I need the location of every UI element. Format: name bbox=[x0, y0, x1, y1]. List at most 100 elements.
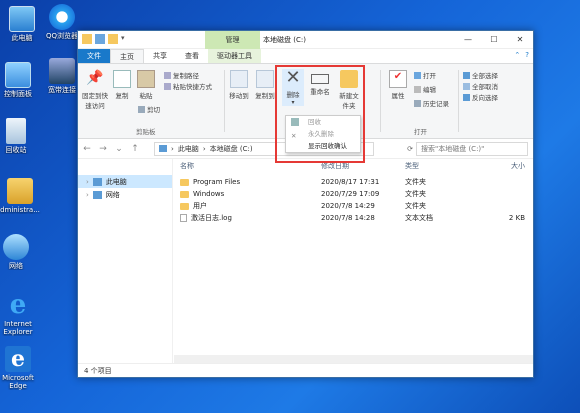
paste-shortcut-button[interactable]: 粘贴快捷方式 bbox=[164, 81, 212, 91]
select-all-button[interactable]: 全部选择 bbox=[463, 70, 498, 80]
refresh-icon[interactable]: ⟳ bbox=[407, 145, 413, 153]
desktop-icon-ie[interactable]: e Internet Explorer bbox=[0, 292, 40, 336]
desktop-icon-label: 此电脑 bbox=[11, 34, 33, 42]
breadcrumb-this-pc[interactable]: 此电脑 bbox=[178, 144, 199, 154]
file-row[interactable]: 用户 2020/7/8 14:29 文件夹 bbox=[173, 200, 533, 212]
folder-icon bbox=[180, 178, 189, 186]
pin-icon: 📌 bbox=[86, 70, 104, 86]
edit-button[interactable]: 编辑 bbox=[414, 84, 436, 94]
desktop-icon-control-panel[interactable]: 控制面板 bbox=[0, 62, 40, 98]
open-button[interactable]: 打开 bbox=[414, 70, 436, 80]
column-size[interactable]: 大小 bbox=[475, 161, 525, 171]
desktop-icon-edge[interactable]: e Microsoft Edge bbox=[0, 346, 40, 390]
copy-path-button[interactable]: 复制路径 bbox=[164, 70, 199, 80]
tab-home[interactable]: 主页 bbox=[110, 49, 144, 63]
chevron-down-icon[interactable]: ▾ bbox=[121, 34, 127, 44]
move-to-button[interactable]: 移动到 bbox=[228, 70, 250, 100]
copy-to-label: 复制到 bbox=[255, 92, 275, 100]
desktop-icon-this-pc[interactable]: 此电脑 bbox=[0, 6, 44, 42]
new-folder-button[interactable]: 新建文件夹 bbox=[337, 70, 361, 110]
chevron-right-icon: › bbox=[86, 190, 89, 199]
delete-x-icon: ✕ bbox=[285, 67, 301, 88]
file-row[interactable]: 激活日志.log 2020/7/8 14:28 文本文档 2 KB bbox=[173, 212, 533, 224]
paste-icon bbox=[137, 70, 155, 88]
context-tab-manage[interactable]: 管理 bbox=[205, 31, 260, 49]
copy-path-label: 复制路径 bbox=[173, 72, 199, 80]
chevron-up-icon[interactable]: ⌃ bbox=[514, 51, 520, 59]
tab-share[interactable]: 共享 bbox=[144, 49, 176, 63]
scissors-icon bbox=[138, 105, 145, 113]
forward-arrow-icon[interactable]: → bbox=[98, 144, 108, 154]
column-type[interactable]: 类型 bbox=[405, 161, 475, 171]
group-label-clipboard: 剪贴板 bbox=[136, 128, 156, 136]
paste-button[interactable]: 粘贴 bbox=[136, 70, 156, 100]
desktop-icon-recycle-bin[interactable]: 回收站 bbox=[0, 118, 38, 154]
ribbon-separator bbox=[224, 70, 225, 132]
network-connection-icon bbox=[49, 58, 75, 84]
tab-drive-tools[interactable]: 驱动器工具 bbox=[208, 49, 261, 63]
pin-label: 固定到快速访问 bbox=[82, 92, 108, 110]
save-icon[interactable] bbox=[95, 34, 105, 44]
rename-icon bbox=[311, 74, 329, 84]
copy-icon bbox=[113, 70, 131, 88]
horizontal-scrollbar[interactable] bbox=[174, 355, 533, 363]
cut-label: 剪切 bbox=[147, 106, 160, 114]
delete-button[interactable]: ✕ 删除 ▾ bbox=[282, 69, 304, 106]
column-date[interactable]: 修改日期 bbox=[321, 161, 405, 171]
desktop-icon-network[interactable]: 网络 bbox=[0, 234, 38, 270]
new-folder-icon bbox=[340, 70, 358, 88]
recycle-bin-icon bbox=[6, 118, 26, 144]
group-label-open: 打开 bbox=[414, 128, 427, 136]
title-bar: ▾ 管理 本地磁盘 (C:) — ☐ ✕ bbox=[78, 31, 533, 49]
network-icon bbox=[92, 190, 102, 199]
select-all-icon bbox=[463, 71, 470, 79]
minimize-button[interactable]: — bbox=[455, 31, 481, 49]
copy-to-button[interactable]: 复制到 bbox=[254, 70, 276, 100]
ribbon-separator bbox=[380, 70, 381, 132]
help-icon[interactable]: ? bbox=[525, 51, 529, 59]
folder-icon bbox=[180, 190, 189, 198]
menu-item-show-recycle-confirm[interactable]: 显示回收确认 bbox=[286, 140, 360, 152]
chevron-down-icon[interactable]: ⌄ bbox=[114, 144, 124, 154]
select-none-button[interactable]: 全部取消 bbox=[463, 81, 498, 91]
up-arrow-icon[interactable]: ↑ bbox=[130, 144, 140, 154]
invert-selection-label: 反向选择 bbox=[472, 94, 498, 102]
search-input[interactable]: 搜索"本地磁盘 (C:)" bbox=[416, 141, 528, 156]
back-arrow-icon[interactable]: ← bbox=[82, 144, 92, 154]
text-file-icon bbox=[180, 214, 187, 222]
column-name[interactable]: 名称 bbox=[173, 161, 321, 171]
file-row[interactable]: Program Files 2020/8/17 17:31 文件夹 bbox=[173, 176, 533, 188]
rename-button[interactable]: 重命名 bbox=[308, 70, 332, 96]
nav-item-network[interactable]: › 网络 bbox=[78, 188, 172, 201]
folder-icon[interactable] bbox=[108, 34, 118, 44]
desktop-icon-administrator[interactable]: dministra... bbox=[0, 178, 42, 214]
tab-view[interactable]: 查看 bbox=[176, 49, 208, 63]
paste-shortcut-icon bbox=[164, 82, 171, 90]
maximize-button[interactable]: ☐ bbox=[481, 31, 507, 49]
cut-button[interactable]: 剪切 bbox=[138, 104, 160, 114]
open-icon bbox=[414, 71, 421, 79]
ribbon-tabs: 文件 主页 共享 查看 驱动器工具 ⌃ ? bbox=[78, 49, 533, 64]
desktop-icon-label: Microsoft Edge bbox=[2, 374, 34, 390]
properties-button[interactable]: ✔ 属性 bbox=[388, 70, 408, 100]
file-row[interactable]: Windows 2020/7/29 17:09 文件夹 bbox=[173, 188, 533, 200]
copy-button[interactable]: 复制 bbox=[112, 70, 132, 100]
computer-icon bbox=[159, 145, 167, 152]
status-bar: 4 个项目 bbox=[78, 363, 533, 377]
select-all-label: 全部选择 bbox=[472, 72, 498, 80]
close-button[interactable]: ✕ bbox=[507, 31, 533, 49]
menu-item-recycle[interactable]: 回收 bbox=[286, 116, 360, 128]
computer-icon bbox=[92, 177, 102, 186]
breadcrumb-local-disk[interactable]: 本地磁盘 (C:) bbox=[210, 144, 253, 154]
history-button[interactable]: 历史记录 bbox=[414, 98, 449, 108]
invert-selection-button[interactable]: 反向选择 bbox=[463, 92, 498, 102]
chevron-down-icon: ▾ bbox=[291, 99, 295, 106]
folder-icon bbox=[82, 34, 92, 44]
nav-item-this-pc[interactable]: › 此电脑 bbox=[78, 175, 172, 188]
window-title: 本地磁盘 (C:) bbox=[263, 36, 306, 44]
new-folder-label: 新建文件夹 bbox=[339, 92, 359, 110]
menu-item-permanent-delete[interactable]: ✕ 永久删除 bbox=[286, 128, 360, 140]
tab-file[interactable]: 文件 bbox=[78, 49, 110, 63]
navigation-pane: › 此电脑 › 网络 bbox=[78, 159, 173, 363]
pin-quick-access-button[interactable]: 📌 固定到快速访问 bbox=[82, 70, 108, 110]
